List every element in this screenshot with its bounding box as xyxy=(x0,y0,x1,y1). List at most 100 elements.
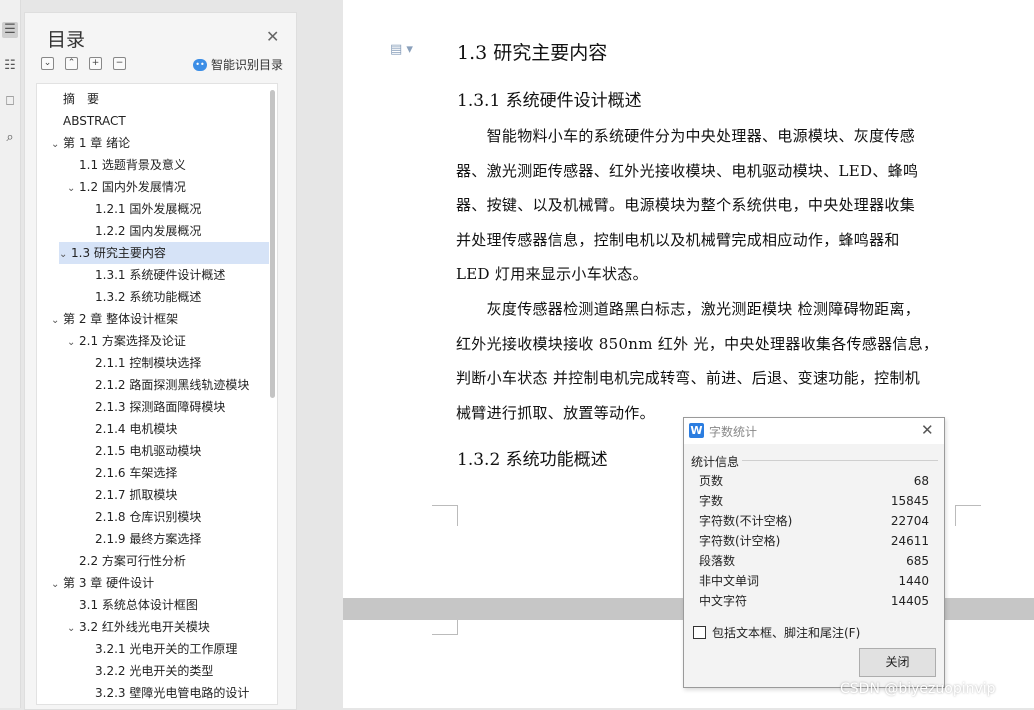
stat-value: 22704 xyxy=(890,514,929,528)
crop-mark xyxy=(432,620,458,635)
checkbox-label: 包括文本框、脚注和尾注(F) xyxy=(712,626,861,640)
divider xyxy=(742,460,938,461)
close-icon[interactable]: ✕ xyxy=(921,421,934,439)
dialog-titlebar: W 字数统计 ✕ xyxy=(684,418,944,444)
list-icon[interactable]: ☷ xyxy=(2,58,18,74)
paragraph-line: 器、按键、以及机械臂。电源模块为整个系统供电，中央处理器收集 xyxy=(456,196,916,214)
outline-icon[interactable]: ☰ xyxy=(2,22,18,38)
find-icon[interactable]: ⌕ xyxy=(2,130,18,146)
toc-item[interactable]: 2.1.4 电机模块 xyxy=(37,418,277,440)
toc-item[interactable]: 3.2.2 光电开关的类型 xyxy=(37,660,277,682)
toc-item[interactable]: 2.1.2 路面探测黑线轨迹模块 xyxy=(37,374,277,396)
toc-item-label: 2.1.7 抓取模块 xyxy=(95,488,178,502)
toc-item[interactable]: ⌄ 第 3 章 硬件设计 xyxy=(37,572,277,596)
chevron-down-icon[interactable]: ⌄ xyxy=(67,618,79,640)
toc-item[interactable]: ABSTRACT xyxy=(37,110,277,132)
toc-item-label: 摘 要 xyxy=(63,92,100,106)
toc-item[interactable]: 3.2.1 光电开关的工作原理 xyxy=(37,638,277,660)
toc-item-label: 1.2.2 国内发展概况 xyxy=(95,224,202,238)
toc-item[interactable]: ⌄ 1.3 研究主要内容 xyxy=(59,242,269,264)
toc-item[interactable]: ⌄ 3.2 红外线光电开关模块 xyxy=(37,616,277,640)
toc-item[interactable]: 2.1.5 电机驱动模块 xyxy=(37,440,277,462)
stat-value: 15845 xyxy=(890,494,929,508)
wps-logo-icon: W xyxy=(689,423,704,438)
toc-item-label: 2.1.1 控制模块选择 xyxy=(95,356,202,370)
sub1-heading: 1.3.1 系统硬件设计概述 xyxy=(457,91,642,111)
toc-item-label: 3.2 红外线光电开关模块 xyxy=(79,620,210,634)
toc-item[interactable]: 1.1 选题背景及意义 xyxy=(37,154,277,176)
toc-item-label: 1.1 选题背景及意义 xyxy=(79,158,186,172)
crop-mark xyxy=(955,505,981,526)
toc-item[interactable]: 2.1.7 抓取模块 xyxy=(37,484,277,506)
close-button[interactable]: 关闭 xyxy=(859,648,936,677)
dialog-title: 字数统计 xyxy=(709,425,758,439)
toc-item-label: 1.3 研究主要内容 xyxy=(71,246,166,260)
toc-item-label: 2.1.6 车架选择 xyxy=(95,466,178,480)
toc-item[interactable]: 3.1 系统总体设计框图 xyxy=(37,594,277,616)
toc-item-label: 3.2.1 光电开关的工作原理 xyxy=(95,642,238,656)
stats-section-label: 统计信息 xyxy=(691,455,740,469)
collapse-all-icon[interactable]: ⌄ xyxy=(41,57,54,70)
toc-item[interactable]: 2.1.1 控制模块选择 xyxy=(37,352,277,374)
chevron-down-icon[interactable]: ⌄ xyxy=(67,332,79,354)
toc-item-label: 2.1.3 探测路面障碍模块 xyxy=(95,400,226,414)
chevron-down-icon[interactable]: ⌄ xyxy=(51,310,63,332)
toc-item[interactable]: 1.3.2 系统功能概述 xyxy=(37,286,277,308)
close-icon[interactable]: ✕ xyxy=(266,27,279,46)
smart-toc-button[interactable]: •• 智能识别目录 xyxy=(193,56,283,73)
crop-mark xyxy=(432,505,458,526)
stat-row: 段落数 685 xyxy=(699,551,929,571)
remove-heading-icon[interactable]: − xyxy=(113,57,126,70)
toc-item-label: 2.1.8 仓库识别模块 xyxy=(95,510,202,524)
paragraph-line: 并处理传感器信息，控制电机以及机械臂完成相应动作，蜂鸣器和 xyxy=(456,230,900,249)
add-heading-icon[interactable]: + xyxy=(89,57,102,70)
paragraph-menu-icon[interactable]: ▤ ▾ xyxy=(390,42,413,57)
chevron-down-icon[interactable]: ⌄ xyxy=(67,178,79,200)
toc-item[interactable]: 2.2 方案可行性分析 xyxy=(37,550,277,572)
toc-item[interactable]: ⌄ 第 2 章 整体设计框架 xyxy=(37,308,277,332)
toc-item[interactable]: 摘 要 xyxy=(37,88,277,110)
toc-item[interactable]: ⌄ 第 1 章 绪论 xyxy=(37,132,277,156)
chevron-down-icon[interactable]: ⌄ xyxy=(59,244,71,266)
toc-item-label: 1.2.1 国外发展概况 xyxy=(95,202,202,216)
toc-item[interactable]: 1.2.1 国外发展概况 xyxy=(37,198,277,220)
stat-row: 页数 68 xyxy=(699,471,929,491)
paragraph-line: 红外光接收模块接收 850nm 红外 光，中央处理器收集各传感器信息， xyxy=(456,334,939,353)
expand-up-icon[interactable]: ⌃ xyxy=(65,57,78,70)
toc-item[interactable]: ⌄ 1.2 国内外发展情况 xyxy=(37,176,277,200)
stat-label: 字数 xyxy=(699,494,724,508)
paragraph-line: 判断小车状态 并控制电机完成转弯、前进、后退、变速功能，控制机 xyxy=(456,369,921,387)
toc-item[interactable]: ⌄ 2.1 方案选择及论证 xyxy=(37,330,277,354)
include-textbox-checkbox[interactable]: 包括文本框、脚注和尾注(F) xyxy=(693,624,860,641)
scrollbar-thumb[interactable] xyxy=(270,90,275,398)
stat-label: 中文字符 xyxy=(699,594,748,608)
toc-item-label: 1.3.2 系统功能概述 xyxy=(95,290,202,304)
toc-item[interactable]: 1.2.2 国内发展概况 xyxy=(37,220,277,242)
toc-item-label: 第 1 章 绪论 xyxy=(63,136,131,150)
toc-item[interactable]: 1.3.1 系统硬件设计概述 xyxy=(37,264,277,286)
toc-item[interactable]: 2.1.6 车架选择 xyxy=(37,462,277,484)
toc-item-label: 1.2 国内外发展情况 xyxy=(79,180,186,194)
stat-label: 非中文单词 xyxy=(699,574,760,588)
sidebar-rail: ☰ ☷ ⎕ ⌕ xyxy=(0,0,21,708)
stat-label: 段落数 xyxy=(699,554,736,568)
toc-item[interactable]: 2.1.3 探测路面障碍模块 xyxy=(37,396,277,418)
toc-item[interactable]: 3.2.3 壁障光电管电路的设计 xyxy=(37,682,277,704)
toc-item-label: 2.1.2 路面探测黑线轨迹模块 xyxy=(95,378,250,392)
smart-toc-icon: •• xyxy=(193,58,207,71)
checkbox-icon[interactable] xyxy=(693,626,706,639)
toc-panel: 目录 ✕ ⌄ ⌃ + − •• 智能识别目录 摘 要 ABSTRACT ⌄ 第 1 章… xyxy=(24,12,297,710)
toc-item-label: 2.1.9 最终方案选择 xyxy=(95,532,202,546)
toc-item[interactable]: 2.1.8 仓库识别模块 xyxy=(37,506,277,528)
stat-row: 字符数(计空格) 24611 xyxy=(699,531,929,551)
paragraph-line: 器、激光测距传感器、红外光接收模块、电机驱动模块、LED、蜂鸣 xyxy=(456,161,919,180)
toc-item[interactable]: 2.1.9 最终方案选择 xyxy=(37,528,277,550)
word-count-dialog: W 字数统计 ✕ 统计信息 页数 68 字数 15845 字符数(不计空格) 22704 字… xyxy=(683,417,945,688)
bookmark-icon[interactable]: ⎕ xyxy=(2,94,18,110)
stat-row: 非中文单词 1440 xyxy=(699,571,929,591)
stat-value: 14405 xyxy=(890,594,929,608)
watermark: CSDN @biyezuopinvip xyxy=(840,681,996,697)
toc-item-label: 第 3 章 硬件设计 xyxy=(63,576,155,590)
chevron-down-icon[interactable]: ⌄ xyxy=(51,134,63,156)
chevron-down-icon[interactable]: ⌄ xyxy=(51,574,63,596)
